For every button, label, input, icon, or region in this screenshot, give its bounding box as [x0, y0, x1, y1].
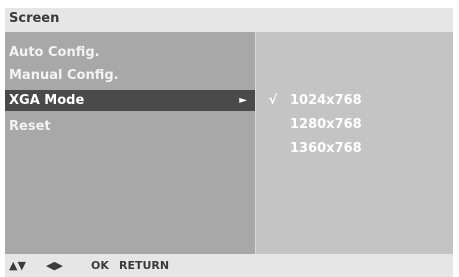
up-down-arrows-icon: ▲▼: [9, 259, 26, 272]
footer-help-bar: ▲▼ ◀▶ OK RETURN: [5, 254, 453, 277]
option-value: 1024x768: [290, 93, 362, 108]
menu-item-label: Manual Config.: [9, 68, 119, 83]
checkmark-icon: √: [268, 93, 278, 108]
option-1024x768[interactable]: √ 1024x768: [256, 90, 453, 112]
ok-hint: OK: [91, 259, 109, 272]
option-value: 1360x768: [290, 141, 362, 156]
menu-list: Auto Config. Manual Config. XGA Mode ► R…: [5, 32, 255, 254]
left-right-arrows-icon: ◀▶: [46, 259, 63, 272]
menu-item-label: Reset: [9, 119, 51, 134]
menu-item-manual-config[interactable]: Manual Config.: [5, 65, 255, 86]
option-1280x768[interactable]: 1280x768: [256, 114, 453, 136]
menu-item-label: Auto Config.: [9, 45, 100, 60]
return-hint: RETURN: [119, 259, 170, 272]
menu-item-xga-mode[interactable]: XGA Mode ►: [5, 90, 255, 111]
option-list: √ 1024x768 1280x768 1360x768: [256, 32, 453, 254]
menu-item-label: XGA Mode: [9, 93, 85, 108]
option-1360x768[interactable]: 1360x768: [256, 138, 453, 160]
menu-title: Screen: [9, 11, 60, 26]
title-bar: Screen: [5, 8, 453, 32]
submenu-arrow-icon: ►: [239, 95, 247, 106]
menu-item-auto-config[interactable]: Auto Config.: [5, 42, 255, 63]
screen-osd-menu: Screen Auto Config. Manual Config. XGA M…: [0, 0, 459, 277]
option-value: 1280x768: [290, 117, 362, 132]
menu-item-reset[interactable]: Reset: [5, 116, 255, 137]
